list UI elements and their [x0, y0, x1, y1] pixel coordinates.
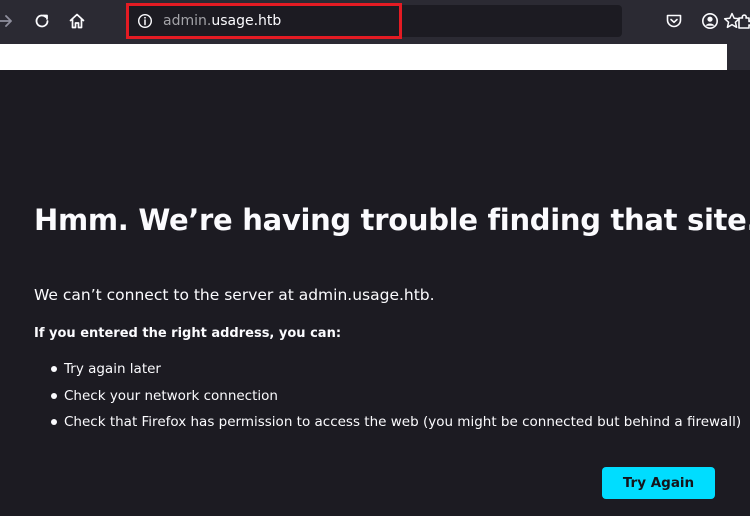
error-title: Hmm. We’re having trouble finding that s… [34, 203, 750, 237]
address-bar[interactable]: admin.usage.htb [128, 5, 741, 37]
site-info-icon[interactable] [137, 13, 153, 29]
error-hint: If you entered the right address, you ca… [34, 326, 342, 341]
account-icon[interactable] [695, 6, 725, 36]
suggestion-list: Try again later Check your network conne… [34, 360, 741, 440]
pocket-icon[interactable] [659, 6, 689, 36]
home-icon[interactable] [62, 6, 92, 36]
url-domain: usage.htb [211, 13, 282, 29]
error-description: We can’t connect to the server at admin.… [34, 286, 435, 304]
page-strip-edge [727, 44, 750, 70]
try-again-button[interactable]: Try Again [602, 467, 715, 499]
error-page-content: Hmm. We’re having trouble finding that s… [34, 200, 750, 430]
url-subdomain: admin. [163, 13, 212, 29]
suggestion-item: Check that Firefox has permission to acc… [34, 413, 741, 440]
browser-toolbar: admin.usage.htb [0, 0, 750, 44]
reload-icon[interactable] [27, 6, 57, 36]
back-arrow-icon[interactable] [0, 6, 20, 36]
url-text[interactable]: admin.usage.htb [163, 12, 281, 30]
suggestion-item: Check your network connection [34, 387, 741, 414]
suggestion-item: Try again later [34, 360, 741, 387]
page-strip [0, 44, 727, 70]
extensions-puzzle-icon[interactable] [730, 6, 750, 36]
